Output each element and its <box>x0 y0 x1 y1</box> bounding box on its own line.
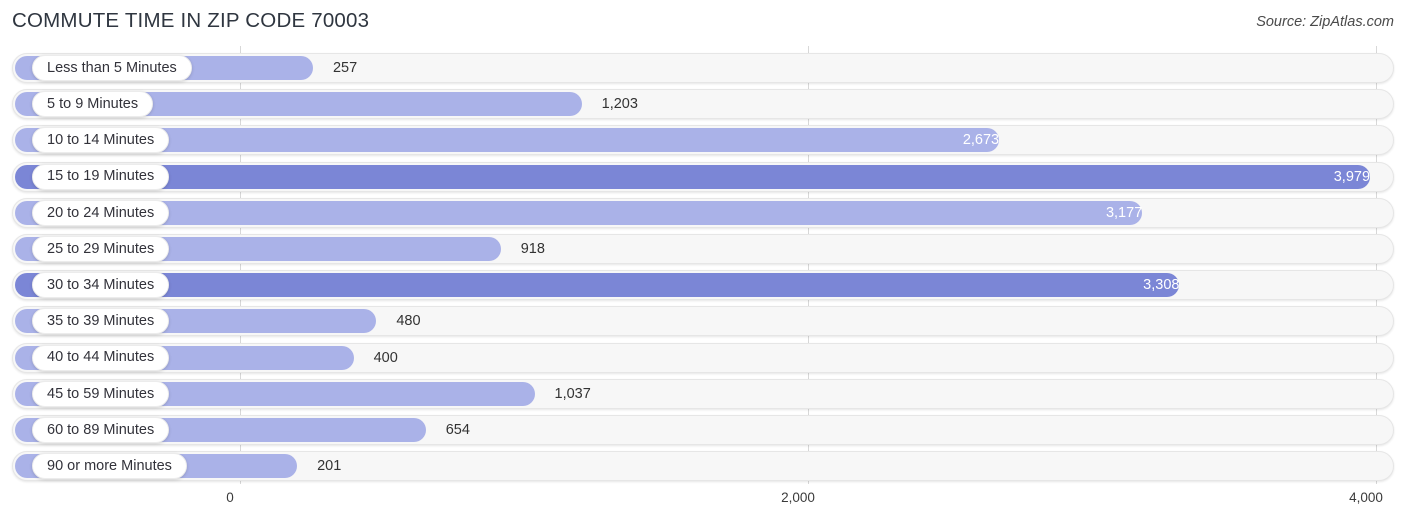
bar-row[interactable]: 5 to 9 Minutes 1,203 <box>12 89 1394 120</box>
x-axis: 0 2,000 4,000 <box>0 484 1406 522</box>
category-label: 5 to 9 Minutes <box>47 95 139 112</box>
category-label-pill: 25 to 29 Minutes <box>32 236 170 262</box>
bar-row[interactable]: 30 to 34 Minutes 3,308 <box>12 270 1394 301</box>
plot-area: Less than 5 Minutes 257 5 to 9 Minutes 1,20… <box>0 46 1406 484</box>
bar-row[interactable]: 15 to 19 Minutes 3,979 <box>12 161 1394 192</box>
bar-value-label: 1,037 <box>554 385 591 402</box>
category-label: 40 to 44 Minutes <box>47 349 155 366</box>
category-label: 35 to 39 Minutes <box>47 313 155 330</box>
category-label: 10 to 14 Minutes <box>47 132 155 149</box>
bar-value-label: 3,979 <box>1333 168 1371 185</box>
category-label: 90 or more Minutes <box>47 457 172 474</box>
category-label: 45 to 59 Minutes <box>47 385 155 402</box>
axis-tick-label: 0 <box>226 490 234 505</box>
bar-value-label: 654 <box>445 422 470 438</box>
category-label-pill: 10 to 14 Minutes <box>32 127 170 154</box>
category-label-pill: Less than 5 Minutes <box>32 55 192 81</box>
category-label-pill: 35 to 39 Minutes <box>32 308 170 335</box>
bar[interactable] <box>15 200 1143 225</box>
bar-row[interactable]: 40 to 44 Minutes 400 <box>12 342 1394 373</box>
axis-tick-label: 4,000 <box>1349 490 1383 505</box>
bar-rows: Less than 5 Minutes 257 5 to 9 Minutes 1,20… <box>0 46 1406 484</box>
bar-row[interactable]: 90 or more Minutes 201 <box>12 451 1394 482</box>
category-label: 30 to 34 Minutes <box>47 276 155 293</box>
bar-row[interactable]: 10 to 14 Minutes 2,673 <box>12 125 1394 156</box>
bar-row[interactable]: 20 to 24 Minutes 3,177 <box>12 197 1394 228</box>
source-attribution: Source: ZipAtlas.com <box>1256 14 1394 30</box>
chart-page: COMMUTE TIME IN ZIP CODE 70003 Source: Z… <box>0 0 1406 522</box>
bar-value-label: 1,203 <box>601 96 638 113</box>
bar-value-label: 201 <box>317 458 342 475</box>
category-label-pill: 60 to 89 Minutes <box>32 417 170 443</box>
bar-value-label: 400 <box>373 349 398 366</box>
page-title: COMMUTE TIME IN ZIP CODE 70003 <box>12 9 370 32</box>
category-label: 20 to 24 Minutes <box>47 204 155 221</box>
category-label: Less than 5 Minutes <box>47 59 177 76</box>
bar-row[interactable]: 45 to 59 Minutes 1,037 <box>12 378 1394 409</box>
bar-value-label: 257 <box>332 60 358 76</box>
category-label: 25 to 29 Minutes <box>47 240 155 257</box>
bar[interactable] <box>15 164 1371 189</box>
bar-row[interactable]: 35 to 39 Minutes 480 <box>12 306 1394 337</box>
bar[interactable] <box>15 273 1180 298</box>
bar-row[interactable]: 60 to 89 Minutes 654 <box>12 415 1394 445</box>
category-label-pill: 15 to 19 Minutes <box>32 163 170 190</box>
category-label-pill: 45 to 59 Minutes <box>32 380 170 407</box>
category-label-pill: 90 or more Minutes <box>32 453 187 480</box>
category-label-pill: 20 to 24 Minutes <box>32 199 170 226</box>
category-label-pill: 30 to 34 Minutes <box>32 272 170 299</box>
category-label-pill: 5 to 9 Minutes <box>32 91 154 118</box>
bar-row[interactable]: Less than 5 Minutes 257 <box>12 53 1394 83</box>
bar-value-label: 3,177 <box>1105 204 1143 221</box>
bar-value-label: 2,673 <box>962 132 1000 149</box>
axis-tick-label: 2,000 <box>781 490 815 505</box>
category-label: 60 to 89 Minutes <box>47 421 155 438</box>
bar-value-label: 918 <box>520 241 545 257</box>
chart-header: COMMUTE TIME IN ZIP CODE 70003 Source: Z… <box>0 0 1406 44</box>
category-label-pill: 40 to 44 Minutes <box>32 344 170 371</box>
bar-value-label: 480 <box>396 313 421 330</box>
bar-value-label: 3,308 <box>1143 277 1180 294</box>
category-label: 15 to 19 Minutes <box>47 168 155 185</box>
bar-row[interactable]: 25 to 29 Minutes 918 <box>12 234 1394 264</box>
